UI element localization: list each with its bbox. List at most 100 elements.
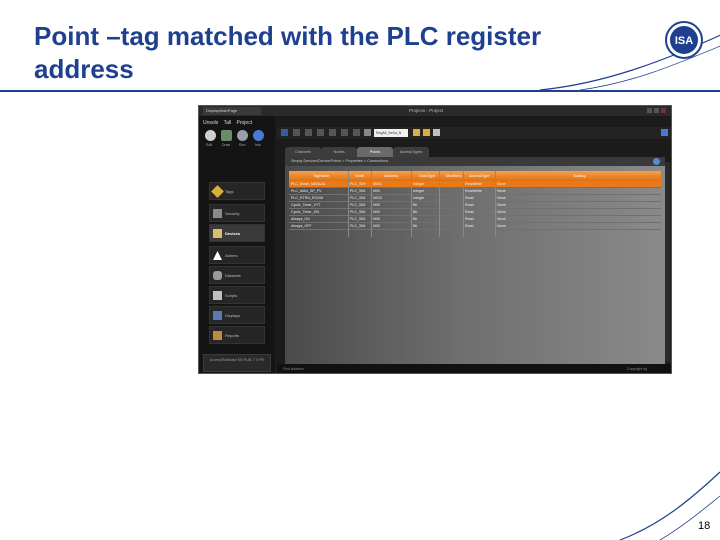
mode-tab[interactable]: Tall [224, 120, 232, 126]
column-header[interactable]: Modifiers [446, 171, 461, 181]
cell-datatype: Integer [413, 196, 425, 200]
slide-title: Point –tag matched with the PLC register… [34, 21, 542, 84]
cell-tagname: Cyclic_Timer_ON [291, 210, 320, 214]
folder-icon[interactable] [221, 130, 232, 141]
tab-points[interactable]: Points [357, 147, 393, 157]
column-divider[interactable] [411, 171, 412, 237]
cell-tagname: Always_OFF [291, 224, 312, 228]
nav-item-label: Devices [225, 231, 241, 236]
page-number: 18 [698, 520, 711, 532]
column-header[interactable]: Address [384, 171, 398, 181]
cell-scaling: None [497, 182, 506, 186]
nav-item-devices[interactable]: Devices [209, 224, 265, 242]
column-divider[interactable] [439, 171, 440, 237]
eye-icon[interactable] [237, 130, 248, 141]
home-icon[interactable] [281, 129, 288, 136]
document-tab[interactable]: DisplayMainPage [203, 107, 261, 115]
column-header[interactable]: Node [355, 171, 364, 181]
mode-tab[interactable]: Project [237, 120, 253, 126]
table-row[interactable]: Cyclic_Timer_VYT PLC_SIM M00 Bit Read No… [289, 202, 661, 209]
help-icon[interactable] [433, 129, 440, 136]
nav-item-datasets[interactable]: Datasets [209, 266, 265, 284]
nav-item-reports[interactable]: Reports [209, 326, 265, 344]
nav-item-label: Scripts [225, 293, 238, 298]
tag-icon [211, 185, 224, 198]
redo-icon[interactable] [353, 129, 360, 136]
nav-item-displays[interactable]: Displays [209, 306, 265, 324]
lock-icon [213, 209, 222, 218]
cell-datatype: Bit [413, 203, 418, 207]
cell-scaling: None [497, 189, 506, 193]
column-header[interactable]: TagName [313, 171, 329, 181]
column-divider[interactable] [495, 171, 496, 237]
table-row[interactable]: PLC_Mode_MANUAL PLC_SIM M001 Integer Rea… [289, 181, 661, 188]
table-row[interactable]: PLC_RTRN_ROOM PLC_SIM M010 Integer Read … [289, 195, 661, 202]
cell-node: PLC_SIM [350, 203, 366, 207]
panel-header: Simply Devices/Device/Points > Propertie… [285, 157, 665, 166]
find-icon[interactable] [364, 129, 371, 136]
column-header[interactable]: Scaling [573, 171, 585, 181]
maximize-icon[interactable] [654, 108, 659, 113]
toolbar: RegAll_SeSa_N [277, 127, 671, 139]
column-header[interactable]: AccessType [469, 171, 489, 181]
nav-item-label: Displays [225, 313, 241, 318]
paste-icon[interactable] [329, 129, 336, 136]
cell-scaling: None [497, 196, 506, 200]
mode-label: Info [255, 143, 261, 147]
info-icon[interactable] [661, 129, 668, 136]
database-icon [213, 271, 222, 280]
nav-item-label: Reports [225, 333, 240, 338]
left-panel-status: Access/Rulebase MV-PUB-7 TYPE [203, 354, 271, 372]
column-divider[interactable] [463, 171, 464, 237]
table-row[interactable]: Always_ON PLC_SIM M00 Bit Read None [289, 216, 661, 223]
report-icon [213, 331, 222, 340]
tab-accesstypes[interactable]: AccessTypes [393, 147, 429, 157]
script-icon [213, 291, 222, 300]
copy-icon[interactable] [317, 129, 324, 136]
save-icon[interactable] [293, 129, 300, 136]
cell-accesstype: ReadWrite [465, 182, 482, 186]
tab-channels[interactable]: Channels [285, 147, 321, 157]
title-bar: DisplayMainPage Projects - Project [199, 106, 671, 116]
table-row[interactable]: PLC_MAN_SP_PV PLC_SIM M00 Integer ReadWr… [289, 188, 661, 195]
cell-tagname: PLC_MAN_SP_PV [291, 189, 322, 193]
cell-accesstype: Read [465, 196, 474, 200]
table-row[interactable]: Cyclic_Timer_ON PLC_SIM M00 Bit Read Non… [289, 209, 661, 216]
vertical-scrollbar[interactable] [665, 162, 670, 362]
cell-tagname: Cyclic_Timer_VYT [291, 203, 321, 207]
close-window-icon[interactable] [661, 108, 666, 113]
table-row[interactable]: Always_OFF PLC_SIM M00 Bit Read None [289, 223, 661, 230]
cell-datatype: Bit [413, 217, 418, 221]
warning-icon[interactable] [413, 129, 420, 136]
isa-logo-text: ISA [675, 35, 693, 47]
mode-tab[interactable]: Unsols [203, 120, 218, 126]
minimize-icon[interactable] [647, 108, 652, 113]
display-icon [213, 311, 222, 320]
cell-node: PLC_SIM [350, 224, 366, 228]
close-icon[interactable] [653, 158, 660, 165]
device-icon [213, 229, 222, 238]
cell-node: PLC_SIM [350, 189, 366, 193]
build-icon[interactable] [423, 129, 430, 136]
cell-tagname: PLC_Mode_MANUAL [291, 182, 326, 186]
tab-nodes[interactable]: Nodes [321, 147, 357, 157]
column-divider[interactable] [371, 171, 372, 237]
nav-item-security[interactable]: Security [209, 204, 265, 222]
app-window: DisplayMainPage Projects - Project Unsol… [198, 105, 672, 374]
column-header[interactable]: DataType [419, 171, 435, 181]
undo-icon[interactable] [341, 129, 348, 136]
status-right-text: Copyright by [627, 367, 648, 371]
nav-item-alarms[interactable]: Alarms [209, 246, 265, 264]
cut-icon[interactable] [305, 129, 312, 136]
nav-item-scripts[interactable]: Scripts [209, 286, 265, 304]
cell-accesstype: ReadWrite [465, 189, 482, 193]
cell-scaling: None [497, 210, 506, 214]
points-panel: Simply Devices/Device/Points > Propertie… [285, 157, 665, 365]
cell-datatype: Bit [413, 224, 418, 228]
column-divider[interactable] [348, 171, 349, 237]
gear-icon[interactable] [205, 130, 216, 141]
tag-search-input[interactable]: RegAll_SeSa_N [374, 129, 408, 137]
cell-address: M00 [373, 189, 380, 193]
info-icon[interactable] [253, 130, 264, 141]
nav-item-tags[interactable]: Tags [209, 182, 265, 200]
